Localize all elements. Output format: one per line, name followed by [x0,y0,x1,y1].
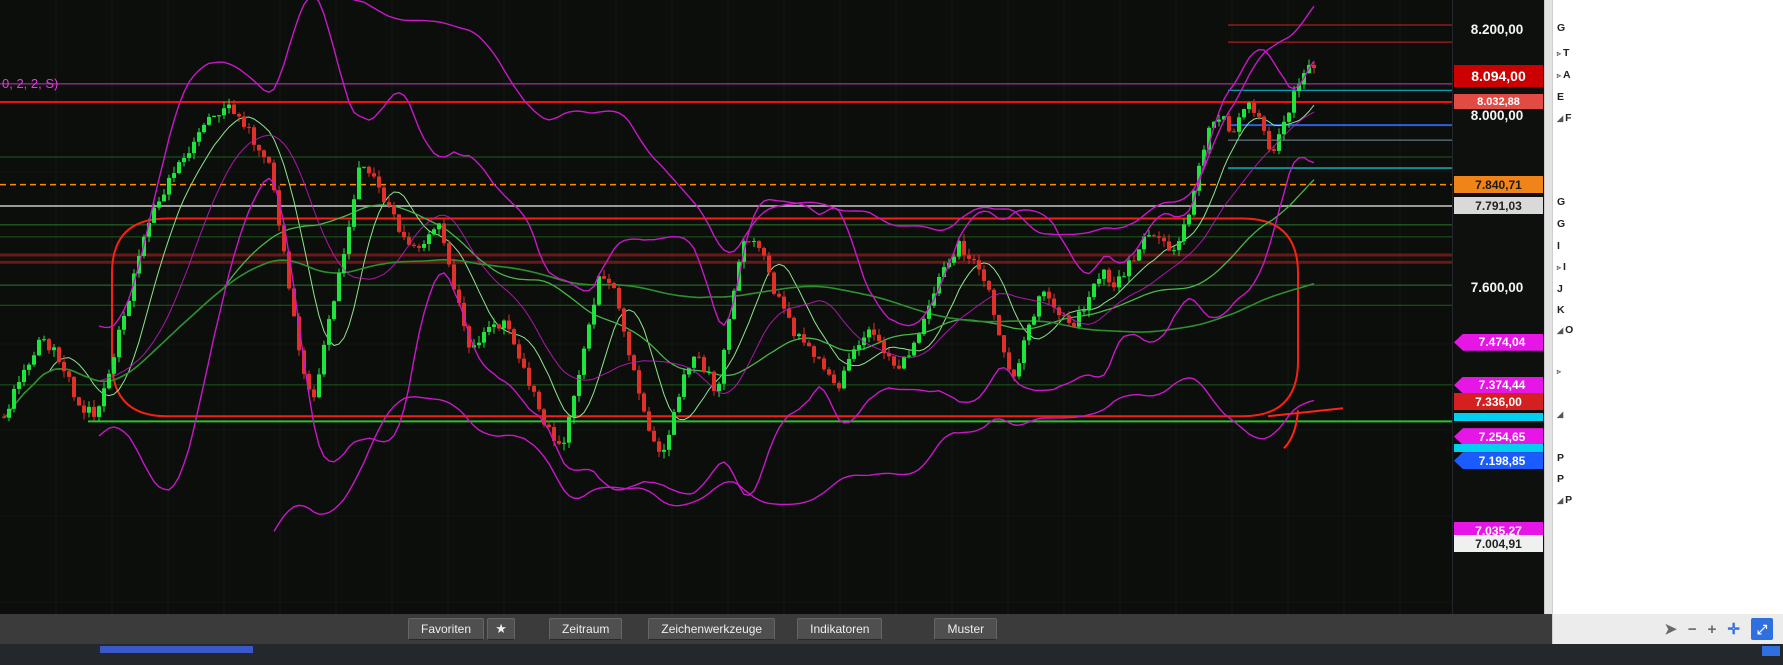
price-marker-badge[interactable]: 7.840,71 [1454,176,1543,194]
timeframe-button[interactable]: Zeitraum [549,618,623,640]
trading-chart-window: 0, 2, 2, S) 8.200,00 8.094,00 8.032,88 8.00… [0,0,1783,665]
watchlist-item-label: T [1563,47,1570,59]
bottom-status-strip [0,644,1783,665]
price-marker-badge[interactable]: 7.004,91 [1454,535,1543,553]
price-label: 8.000,00 [1470,108,1524,124]
price-marker-badge[interactable]: 7.474,04 [1454,333,1543,351]
watchlist-item-label: I [1563,261,1566,273]
watchlist-item[interactable]: ▹ T [1557,47,1569,59]
expanded-triangle-icon[interactable]: ◢ [1557,410,1563,419]
watchlist-item-label: A [1563,69,1571,81]
price-axis[interactable]: 8.200,00 8.094,00 8.032,88 8.000,00 7.840,71… [1452,0,1545,614]
price-marker-badge[interactable]: 7.198,85 [1454,452,1543,470]
price-marker-badge[interactable] [1454,444,1543,453]
favorites-button[interactable]: Favoriten [408,618,485,640]
expanded-triangle-icon[interactable]: ◢ [1557,326,1563,335]
price-marker-badge[interactable]: 7.254,65 [1454,428,1543,446]
watchlist-item-label: O [1565,324,1574,336]
price-marker-badge[interactable]: 7.791,03 [1454,197,1543,215]
watchlist-item-label: P [1565,494,1573,506]
watchlist-panel: G ▹ T ▹ A E ◢ F G G I ▹ I J K ◢ O ▹ ◢ P P ◢ P [1552,0,1783,614]
collapsed-triangle-icon[interactable]: ▹ [1557,49,1561,58]
watchlist-item[interactable]: ▹ I [1557,261,1566,273]
watchlist-item[interactable]: ◢ O [1557,324,1573,336]
watchlist-item-label: P [1557,473,1565,485]
watchlist-item-label: I [1557,240,1560,252]
watchlist-item-label: G [1557,218,1566,230]
price-marker-badge[interactable]: 7.336,00 [1454,393,1543,411]
chart-canvas[interactable]: 0, 2, 2, S) [0,0,1452,614]
price-marker-badge[interactable] [1454,413,1543,422]
collapsed-triangle-icon[interactable]: ▹ [1557,367,1561,376]
watchlist-item[interactable]: ▹ [1557,367,1563,376]
chart-controls: ➤ − + ✛ ⤢ [1552,614,1783,644]
watchlist-item[interactable]: ◢ F [1557,112,1572,124]
price-label: 7.600,00 [1470,280,1524,296]
price-marker-badge[interactable]: 7.374,44 [1454,376,1543,394]
watchlist-item-label: J [1557,283,1563,295]
zoom-in-icon[interactable]: + [1708,622,1717,637]
corner-accent[interactable] [1762,646,1780,656]
price-marker-badge[interactable]: 8.094,00 [1454,64,1543,87]
indicators-button[interactable]: Indikatoren [797,618,883,640]
watchlist-item[interactable]: E [1557,91,1564,103]
watchlist-item-label: F [1565,112,1572,124]
watchlist-item[interactable]: G [1557,218,1565,230]
candlestick-chart [0,0,1452,614]
watchlist-item-label: E [1557,91,1565,103]
watchlist-item[interactable]: J [1557,283,1563,295]
bottom-toolbar: Favoriten ★ Zeitraum Zeichenwerkzeuge In… [0,614,1552,644]
watchlist-item[interactable]: G [1557,196,1565,208]
star-icon: ★ [495,621,507,636]
watchlist-item[interactable]: ◢ [1557,410,1565,419]
expanded-triangle-icon[interactable]: ◢ [1557,496,1563,505]
zoom-out-icon[interactable]: − [1688,622,1697,637]
watchlist-item[interactable]: I [1557,240,1560,252]
watchlist-item[interactable]: K [1557,304,1565,316]
bollinger-indicator-label: 0, 2, 2, S) [2,76,59,91]
send-order-icon[interactable]: ➤ [1664,622,1677,637]
scroll-range-indicator[interactable] [100,646,253,653]
watchlist-item-label: G [1557,22,1566,34]
watchlist-item[interactable]: P [1557,473,1564,485]
drawing-tools-button[interactable]: Zeichenwerkzeuge [648,618,776,640]
watchlist-item[interactable]: G [1557,22,1565,34]
watchlist-item-label: G [1557,196,1566,208]
expanded-triangle-icon[interactable]: ◢ [1557,114,1563,123]
crosshair-icon[interactable]: ✛ [1727,622,1740,637]
patterns-button[interactable]: Muster [934,618,998,640]
price-label: 8.200,00 [1470,22,1524,38]
watchlist-item[interactable]: ▹ A [1557,69,1571,81]
collapsed-triangle-icon[interactable]: ▹ [1557,263,1561,272]
watchlist-item-label: K [1557,304,1565,316]
watchlist-item-label: P [1557,452,1565,464]
collapsed-triangle-icon[interactable]: ▹ [1557,71,1561,80]
favorites-star-button[interactable]: ★ [487,618,516,640]
fit-chart-icon[interactable]: ⤢ [1751,618,1773,640]
watchlist-item[interactable]: ◢ P [1557,494,1572,506]
watchlist-item[interactable]: P [1557,452,1564,464]
